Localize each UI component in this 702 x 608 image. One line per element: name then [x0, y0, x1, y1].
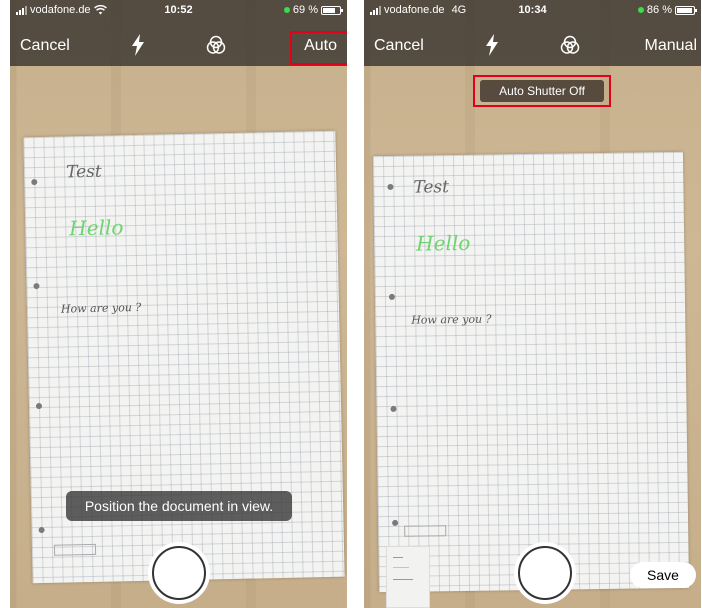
- document-text-hello: Hello: [69, 215, 124, 241]
- cancel-button[interactable]: Cancel: [374, 37, 424, 55]
- punch-hole: [33, 283, 40, 290]
- battery-icon: [321, 5, 343, 15]
- camera-top-bar: vodafone.de 4G 10:34 86 % Cancel Manual: [364, 0, 701, 66]
- save-button[interactable]: Save: [630, 562, 696, 588]
- charging-dot-icon: [637, 7, 644, 13]
- cancel-button[interactable]: Cancel: [20, 37, 70, 55]
- filter-icon[interactable]: [560, 35, 580, 55]
- document-text-test: Test: [65, 161, 102, 183]
- highlight-box: [290, 31, 347, 65]
- battery-percent: 69 %: [292, 4, 318, 16]
- punch-hole: [392, 519, 399, 526]
- flash-icon[interactable]: [130, 34, 146, 56]
- capture-mode-button[interactable]: Manual: [645, 37, 697, 55]
- document-text-how: How are you ?: [411, 312, 492, 327]
- shutter-button[interactable]: [148, 542, 210, 604]
- paper-brand-stamp: [404, 525, 447, 537]
- battery-percent: 86 %: [646, 4, 672, 16]
- battery-icon: [675, 5, 697, 15]
- left-screenshot: Test Hello How are you ? vodafone.de 10:…: [10, 0, 347, 608]
- paper-brand-stamp: [53, 543, 97, 556]
- status-bar: vodafone.de 10:52 69 %: [10, 0, 347, 22]
- status-bar: vodafone.de 4G 10:34 86 %: [364, 0, 701, 22]
- punch-hole: [387, 183, 394, 190]
- document-paper: Test Hello How are you ?: [372, 151, 690, 593]
- shutter-button[interactable]: [514, 542, 576, 604]
- charging-dot-icon: [283, 7, 290, 13]
- punch-hole: [388, 293, 395, 300]
- right-screenshot: Test Hello How are you ? vodafone.de 4G …: [364, 0, 701, 608]
- highlight-box: [473, 75, 611, 107]
- punch-hole: [31, 179, 38, 186]
- scan-thumbnail[interactable]: [386, 546, 430, 608]
- punch-hole: [38, 526, 45, 534]
- punch-hole: [390, 405, 397, 412]
- flash-icon[interactable]: [484, 34, 500, 56]
- document-text-hello: Hello: [416, 230, 471, 256]
- filter-icon[interactable]: [206, 35, 226, 55]
- document-text-test: Test: [413, 177, 450, 198]
- punch-hole: [35, 402, 43, 410]
- document-text-how: How are you ?: [60, 300, 142, 316]
- position-hint: Position the document in view.: [66, 491, 292, 521]
